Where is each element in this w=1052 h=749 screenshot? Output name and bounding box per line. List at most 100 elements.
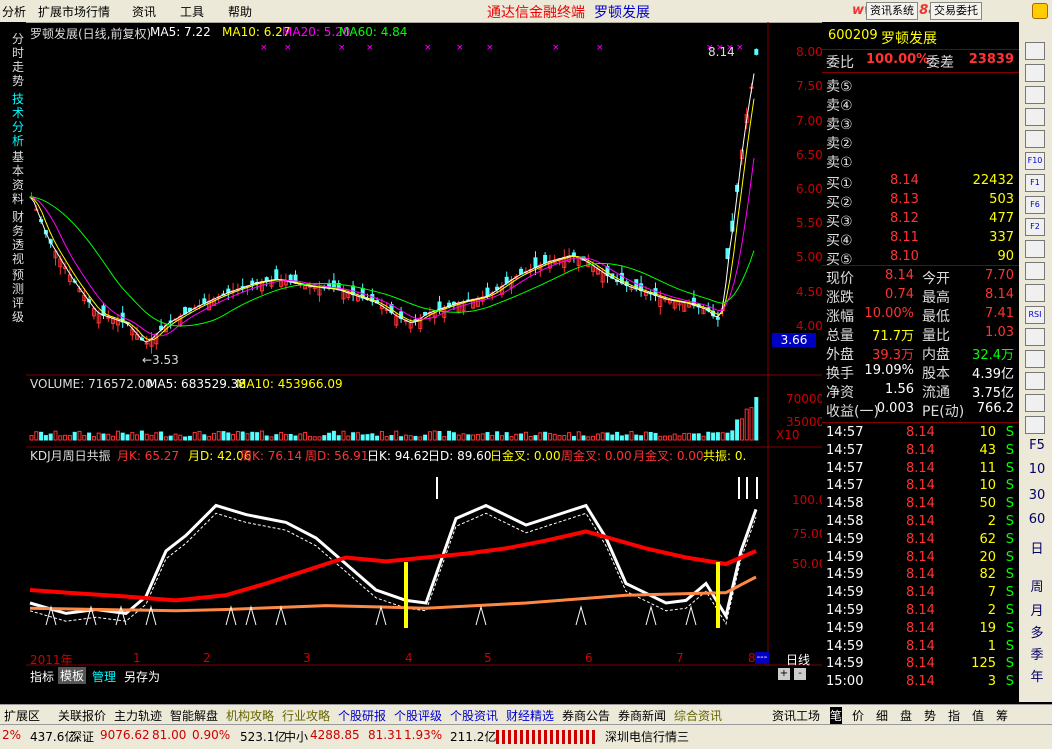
info-system-button[interactable]: 资讯系统 bbox=[866, 2, 918, 20]
status-server[interactable]: 深圳电信行情三 bbox=[605, 728, 689, 745]
bottom-tab[interactable]: 个股评级 bbox=[394, 707, 442, 724]
toolbar-icon[interactable] bbox=[1025, 262, 1045, 280]
toolbar-f10-icon[interactable]: F10 bbox=[1025, 152, 1045, 170]
tick-side: S bbox=[1005, 674, 1014, 690]
toolbar-icon[interactable] bbox=[1025, 328, 1045, 346]
kdj-top-bar bbox=[756, 477, 758, 499]
buy-row[interactable]: 买④ 8.11 337 bbox=[826, 230, 1016, 249]
menu-ext-market[interactable]: 扩展市场行情 bbox=[38, 3, 110, 20]
tick-side: S bbox=[1005, 514, 1014, 529]
menu-help[interactable]: 帮助 bbox=[228, 3, 252, 20]
tab-template[interactable]: 模板 bbox=[58, 667, 87, 684]
volume-bar bbox=[159, 431, 164, 441]
bottom-tab[interactable]: 扩展区 bbox=[4, 707, 40, 724]
volume-bar bbox=[399, 436, 404, 441]
toolbar-icon[interactable] bbox=[1025, 394, 1045, 412]
bottom-right-tab[interactable]: 细 bbox=[876, 707, 888, 724]
toolbar-rsi-icon[interactable]: RSI bbox=[1025, 306, 1045, 324]
toolbar-icon[interactable] bbox=[1025, 284, 1045, 302]
toolbar-f6-icon[interactable]: F6 bbox=[1025, 196, 1045, 214]
buy-row[interactable]: 买① 8.14 22432 bbox=[826, 173, 1016, 192]
sell-label: 卖⑤ bbox=[826, 79, 853, 95]
menu-info[interactable]: 资讯 bbox=[132, 3, 156, 20]
bottom-tab[interactable]: 个股研报 bbox=[338, 707, 386, 724]
toolbar-icon[interactable] bbox=[1025, 372, 1045, 390]
volume-bar bbox=[245, 433, 250, 441]
stat-value: 8.14 bbox=[885, 268, 914, 283]
bottom-tab[interactable]: 综合资讯 bbox=[674, 707, 722, 724]
toolbar-f1-icon[interactable]: F1 bbox=[1025, 174, 1045, 192]
buy-row[interactable]: 买② 8.13 503 bbox=[826, 192, 1016, 211]
tab-indicator[interactable]: 指标 bbox=[30, 668, 54, 685]
period-button[interactable]: 日 bbox=[1027, 538, 1047, 557]
buy-volume: 503 bbox=[989, 192, 1014, 207]
sell-row[interactable]: 卖⑤ bbox=[826, 76, 1016, 95]
period-button[interactable]: 周 bbox=[1027, 576, 1047, 595]
bottom-right-tab[interactable]: 笔 bbox=[830, 707, 843, 724]
menu-analysis[interactable]: 分析 bbox=[2, 3, 26, 20]
volume-bar bbox=[351, 432, 356, 441]
sell-row[interactable]: 卖④ bbox=[826, 95, 1016, 114]
period-button[interactable]: 月 bbox=[1027, 600, 1047, 619]
bottom-tab[interactable]: 关联报价 bbox=[58, 707, 106, 724]
buy-row[interactable]: 买③ 8.12 477 bbox=[826, 211, 1016, 230]
volume-bar bbox=[562, 435, 567, 441]
bottom-tab[interactable]: 个股资讯 bbox=[450, 707, 498, 724]
bottom-tab[interactable]: 智能解盘 bbox=[170, 707, 218, 724]
bottom-tab[interactable]: 券商新闻 bbox=[618, 707, 666, 724]
tab-manage[interactable]: 管理 bbox=[92, 668, 116, 685]
bottom-right-tab[interactable]: 盘 bbox=[900, 707, 912, 724]
tick-price: 8.14 bbox=[906, 531, 935, 547]
candle-body bbox=[754, 49, 759, 55]
volume-bar bbox=[600, 432, 605, 441]
toolbar-icon[interactable] bbox=[1025, 240, 1045, 258]
volume-bar bbox=[581, 435, 586, 441]
period-button[interactable]: F5 bbox=[1027, 438, 1047, 453]
scroll-end-icon[interactable]: --- bbox=[755, 652, 769, 664]
bottom-tab[interactable]: 主力轨迹 bbox=[114, 707, 162, 724]
toolbar-icon[interactable] bbox=[1025, 64, 1045, 82]
bottom-right-tab[interactable]: 势 bbox=[924, 707, 936, 724]
bottom-tab[interactable]: 行业攻略 bbox=[282, 707, 330, 724]
bottom-tab[interactable]: 财经精选 bbox=[506, 707, 554, 724]
kline-chart-area[interactable]: × × × × × × × × × × × × × bbox=[26, 22, 822, 666]
period-button[interactable]: 季 bbox=[1027, 644, 1047, 663]
bottom-right-tab[interactable]: 值 bbox=[972, 707, 984, 724]
volume-bar bbox=[163, 436, 168, 441]
toolbar-f2-icon[interactable]: F2 bbox=[1025, 218, 1045, 236]
sell-row[interactable]: 卖③ bbox=[826, 114, 1016, 133]
bottom-right-tab[interactable]: 指 bbox=[948, 707, 960, 724]
bottom-right-tab[interactable]: 资讯工场 bbox=[772, 707, 820, 724]
bottom-right-tab[interactable]: 价 bbox=[852, 707, 864, 724]
toolbar-icon[interactable] bbox=[1025, 416, 1045, 434]
menu-tools[interactable]: 工具 bbox=[180, 3, 204, 20]
toolbar-icon[interactable] bbox=[1025, 350, 1045, 368]
period-button[interactable]: 30 bbox=[1027, 488, 1047, 503]
toolbar-icon[interactable] bbox=[1025, 130, 1045, 148]
period-button[interactable]: 年 bbox=[1027, 666, 1047, 685]
sell-row[interactable]: 卖② bbox=[826, 133, 1016, 152]
period-button[interactable]: 60 bbox=[1027, 512, 1047, 527]
sell-row[interactable]: 卖① bbox=[826, 152, 1016, 171]
toolbar-icon[interactable] bbox=[1025, 42, 1045, 60]
status-index2-name[interactable]: 中小 bbox=[284, 728, 308, 745]
bottom-right-tab[interactable]: 筹 bbox=[996, 707, 1008, 724]
ma-line bbox=[29, 73, 755, 343]
tick-side: S bbox=[1005, 531, 1014, 547]
bottom-tab[interactable]: 机构攻略 bbox=[226, 707, 274, 724]
period-button[interactable]: 10 bbox=[1027, 462, 1047, 477]
zoom-out-icon[interactable]: - bbox=[794, 668, 806, 680]
trade-button[interactable]: 交易委托 bbox=[930, 2, 982, 20]
zoom-in-icon[interactable]: + bbox=[778, 668, 790, 680]
bottom-tab[interactable]: 券商公告 bbox=[562, 707, 610, 724]
period-button[interactable]: 多 bbox=[1027, 622, 1047, 641]
volume-bar bbox=[154, 432, 159, 441]
status-index-name[interactable]: 深证 bbox=[70, 728, 94, 745]
tab-save-as[interactable]: 另存为 bbox=[124, 668, 160, 685]
volume-bar bbox=[389, 435, 394, 441]
close-icon[interactable] bbox=[1032, 3, 1048, 19]
toolbar-icon[interactable] bbox=[1025, 86, 1045, 104]
tick-price: 8.14 bbox=[906, 674, 935, 690]
volume-bar bbox=[370, 433, 375, 441]
toolbar-icon[interactable] bbox=[1025, 108, 1045, 126]
